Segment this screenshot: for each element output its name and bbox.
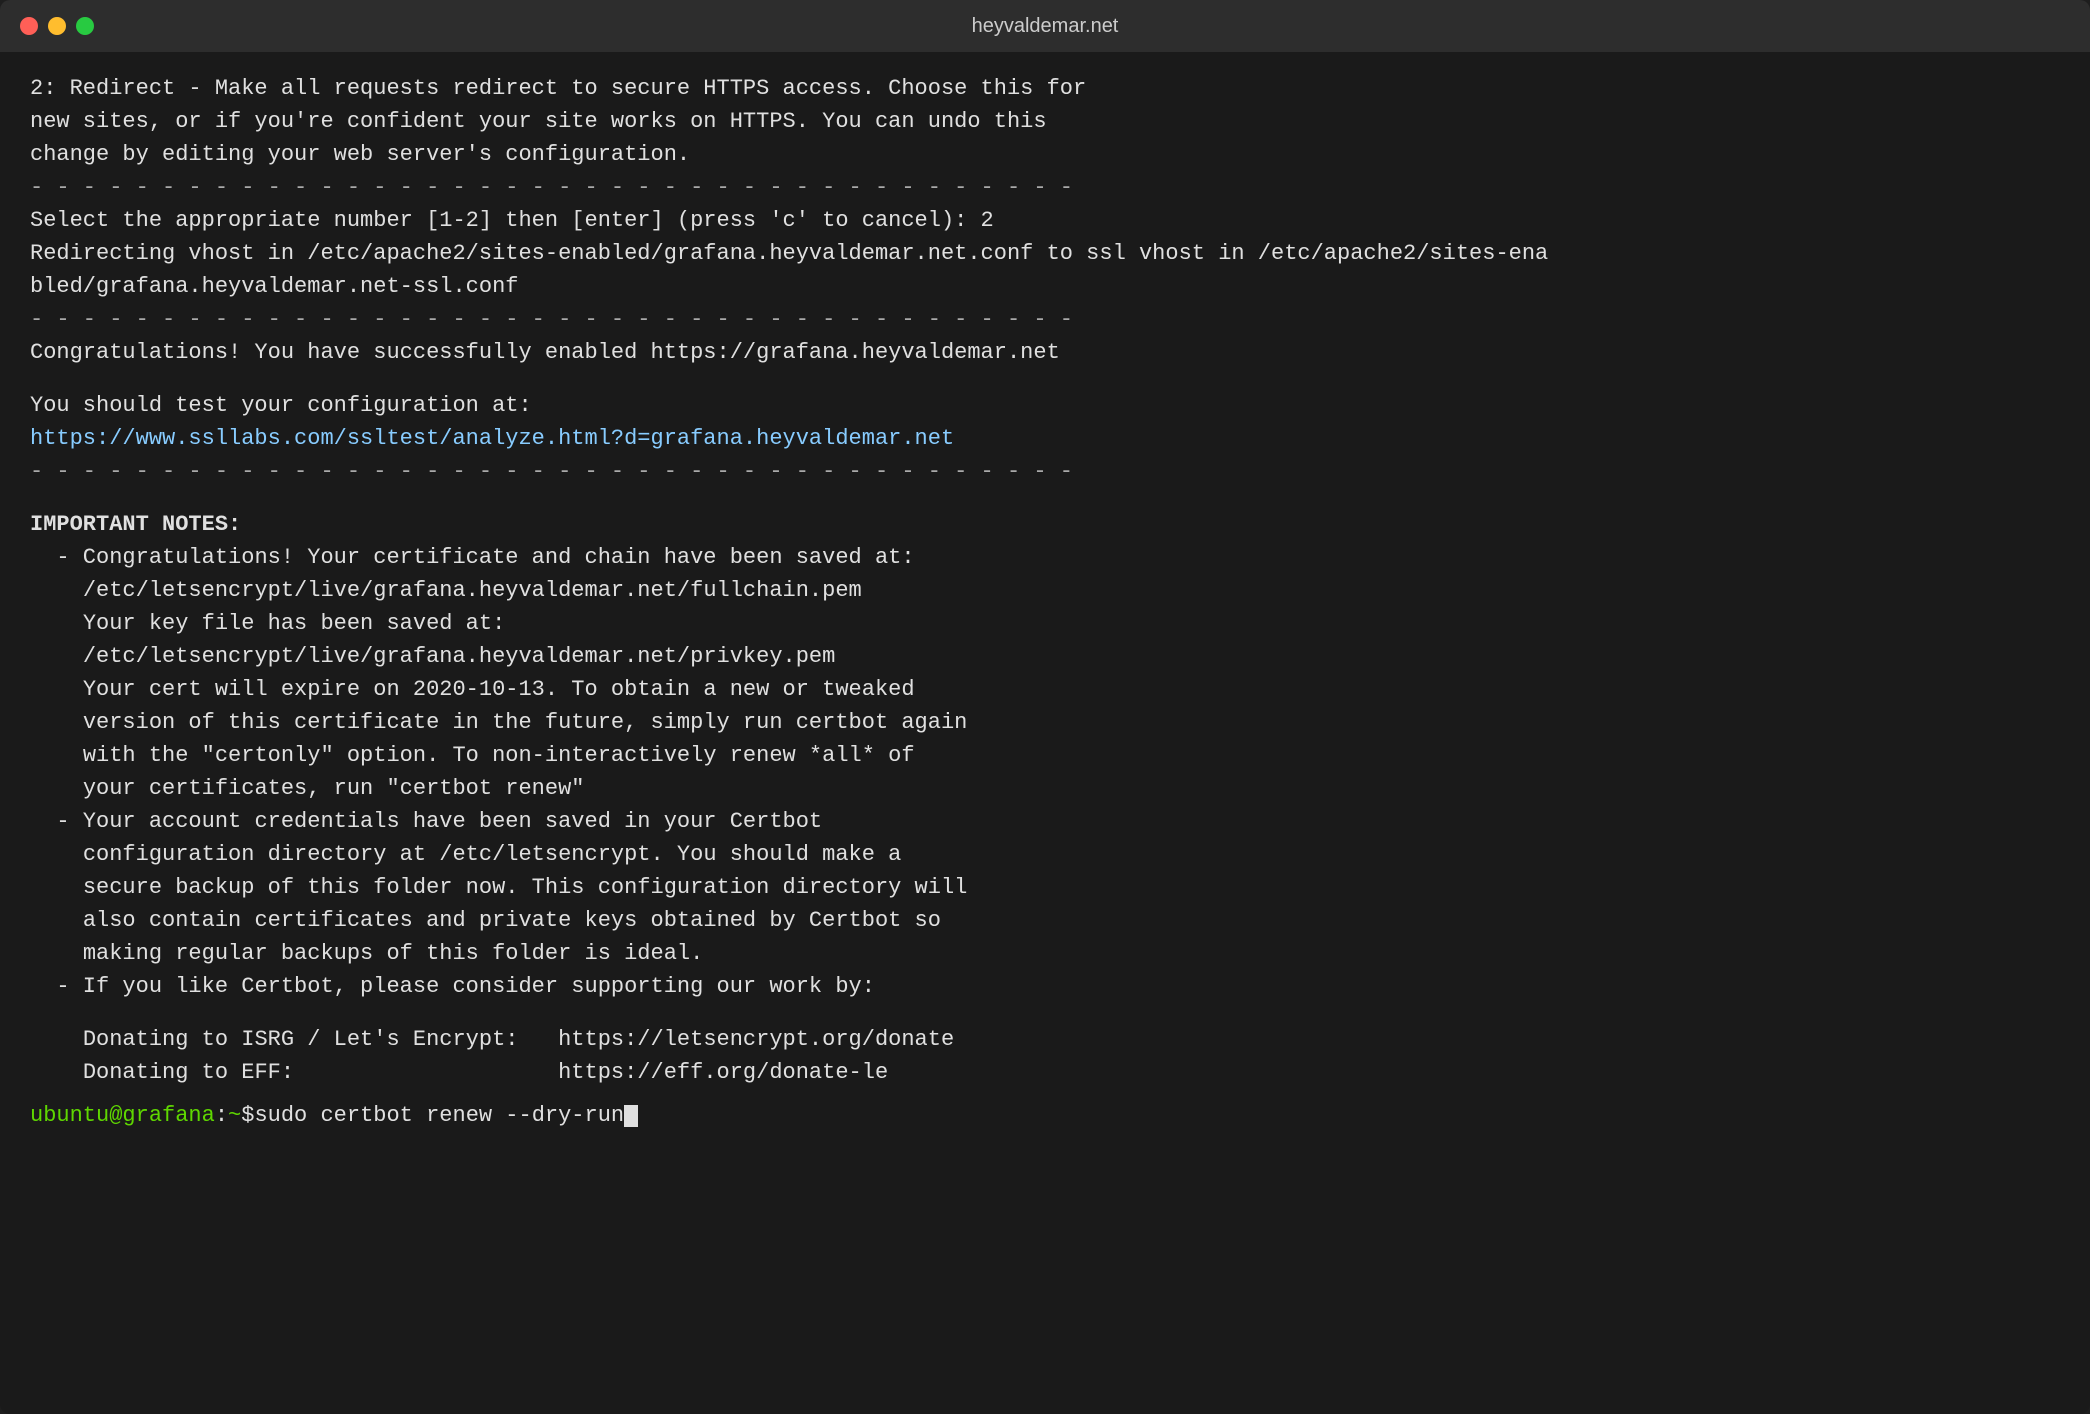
terminal-line: - If you like Certbot, please consider s… bbox=[30, 970, 2060, 1003]
terminal-line: configuration directory at /etc/letsencr… bbox=[30, 838, 2060, 871]
terminal-line: Donating to EFF: https://eff.org/donate-… bbox=[30, 1056, 2060, 1089]
separator-line: - - - - - - - - - - - - - - - - - - - - … bbox=[30, 171, 2060, 204]
terminal-line: Your key file has been saved at: bbox=[30, 607, 2060, 640]
terminal-line: secure backup of this folder now. This c… bbox=[30, 871, 2060, 904]
terminal-line: Your cert will expire on 2020-10-13. To … bbox=[30, 673, 2060, 706]
title-bar: heyvaldemar.net bbox=[0, 0, 2090, 52]
terminal-window: heyvaldemar.net 2: Redirect - Make all r… bbox=[0, 0, 2090, 1414]
terminal-line: You should test your configuration at: bbox=[30, 389, 2060, 422]
traffic-lights bbox=[20, 17, 94, 35]
important-notes-header: IMPORTANT NOTES: bbox=[30, 508, 2060, 541]
terminal-line: - Your account credentials have been sav… bbox=[30, 805, 2060, 838]
terminal-line: Select the appropriate number [1-2] then… bbox=[30, 204, 2060, 237]
terminal-cursor bbox=[624, 1105, 638, 1127]
prompt-line[interactable]: ubuntu@grafana:~$ sudo certbot renew --d… bbox=[30, 1099, 2060, 1132]
terminal-line: making regular backups of this folder is… bbox=[30, 937, 2060, 970]
separator-line: - - - - - - - - - - - - - - - - - - - - … bbox=[30, 455, 2060, 488]
terminal-line: your certificates, run "certbot renew" bbox=[30, 772, 2060, 805]
terminal-line: change by editing your web server's conf… bbox=[30, 138, 2060, 171]
maximize-button[interactable] bbox=[76, 17, 94, 35]
spacer bbox=[30, 488, 2060, 508]
window-title: heyvaldemar.net bbox=[972, 15, 1119, 38]
terminal-line: bled/grafana.heyvaldemar.net-ssl.conf bbox=[30, 270, 2060, 303]
prompt-colon: : bbox=[215, 1099, 228, 1132]
prompt-path: ~ bbox=[228, 1099, 241, 1132]
separator-line: - - - - - - - - - - - - - - - - - - - - … bbox=[30, 303, 2060, 336]
terminal-content[interactable]: 2: Redirect - Make all requests redirect… bbox=[0, 52, 2090, 1414]
terminal-line: version of this certificate in the futur… bbox=[30, 706, 2060, 739]
terminal-line: with the "certonly" option. To non-inter… bbox=[30, 739, 2060, 772]
spacer bbox=[30, 1003, 2060, 1023]
terminal-line: - Congratulations! Your certificate and … bbox=[30, 541, 2060, 574]
terminal-url-line: https://www.ssllabs.com/ssltest/analyze.… bbox=[30, 422, 2060, 455]
terminal-line: also contain certificates and private ke… bbox=[30, 904, 2060, 937]
terminal-line: /etc/letsencrypt/live/grafana.heyvaldema… bbox=[30, 574, 2060, 607]
terminal-line: Congratulations! You have successfully e… bbox=[30, 336, 2060, 369]
spacer bbox=[30, 369, 2060, 389]
prompt-command: sudo certbot renew --dry-run bbox=[254, 1099, 624, 1132]
prompt-at-host: @grafana bbox=[109, 1099, 215, 1132]
terminal-line: /etc/letsencrypt/live/grafana.heyvaldema… bbox=[30, 640, 2060, 673]
minimize-button[interactable] bbox=[48, 17, 66, 35]
terminal-line: Redirecting vhost in /etc/apache2/sites-… bbox=[30, 237, 2060, 270]
prompt-username: ubuntu bbox=[30, 1099, 109, 1132]
terminal-line: Donating to ISRG / Let's Encrypt: https:… bbox=[30, 1023, 2060, 1056]
terminal-line: 2: Redirect - Make all requests redirect… bbox=[30, 72, 2060, 105]
close-button[interactable] bbox=[20, 17, 38, 35]
prompt-dollar: $ bbox=[241, 1099, 254, 1132]
terminal-line: new sites, or if you're confident your s… bbox=[30, 105, 2060, 138]
